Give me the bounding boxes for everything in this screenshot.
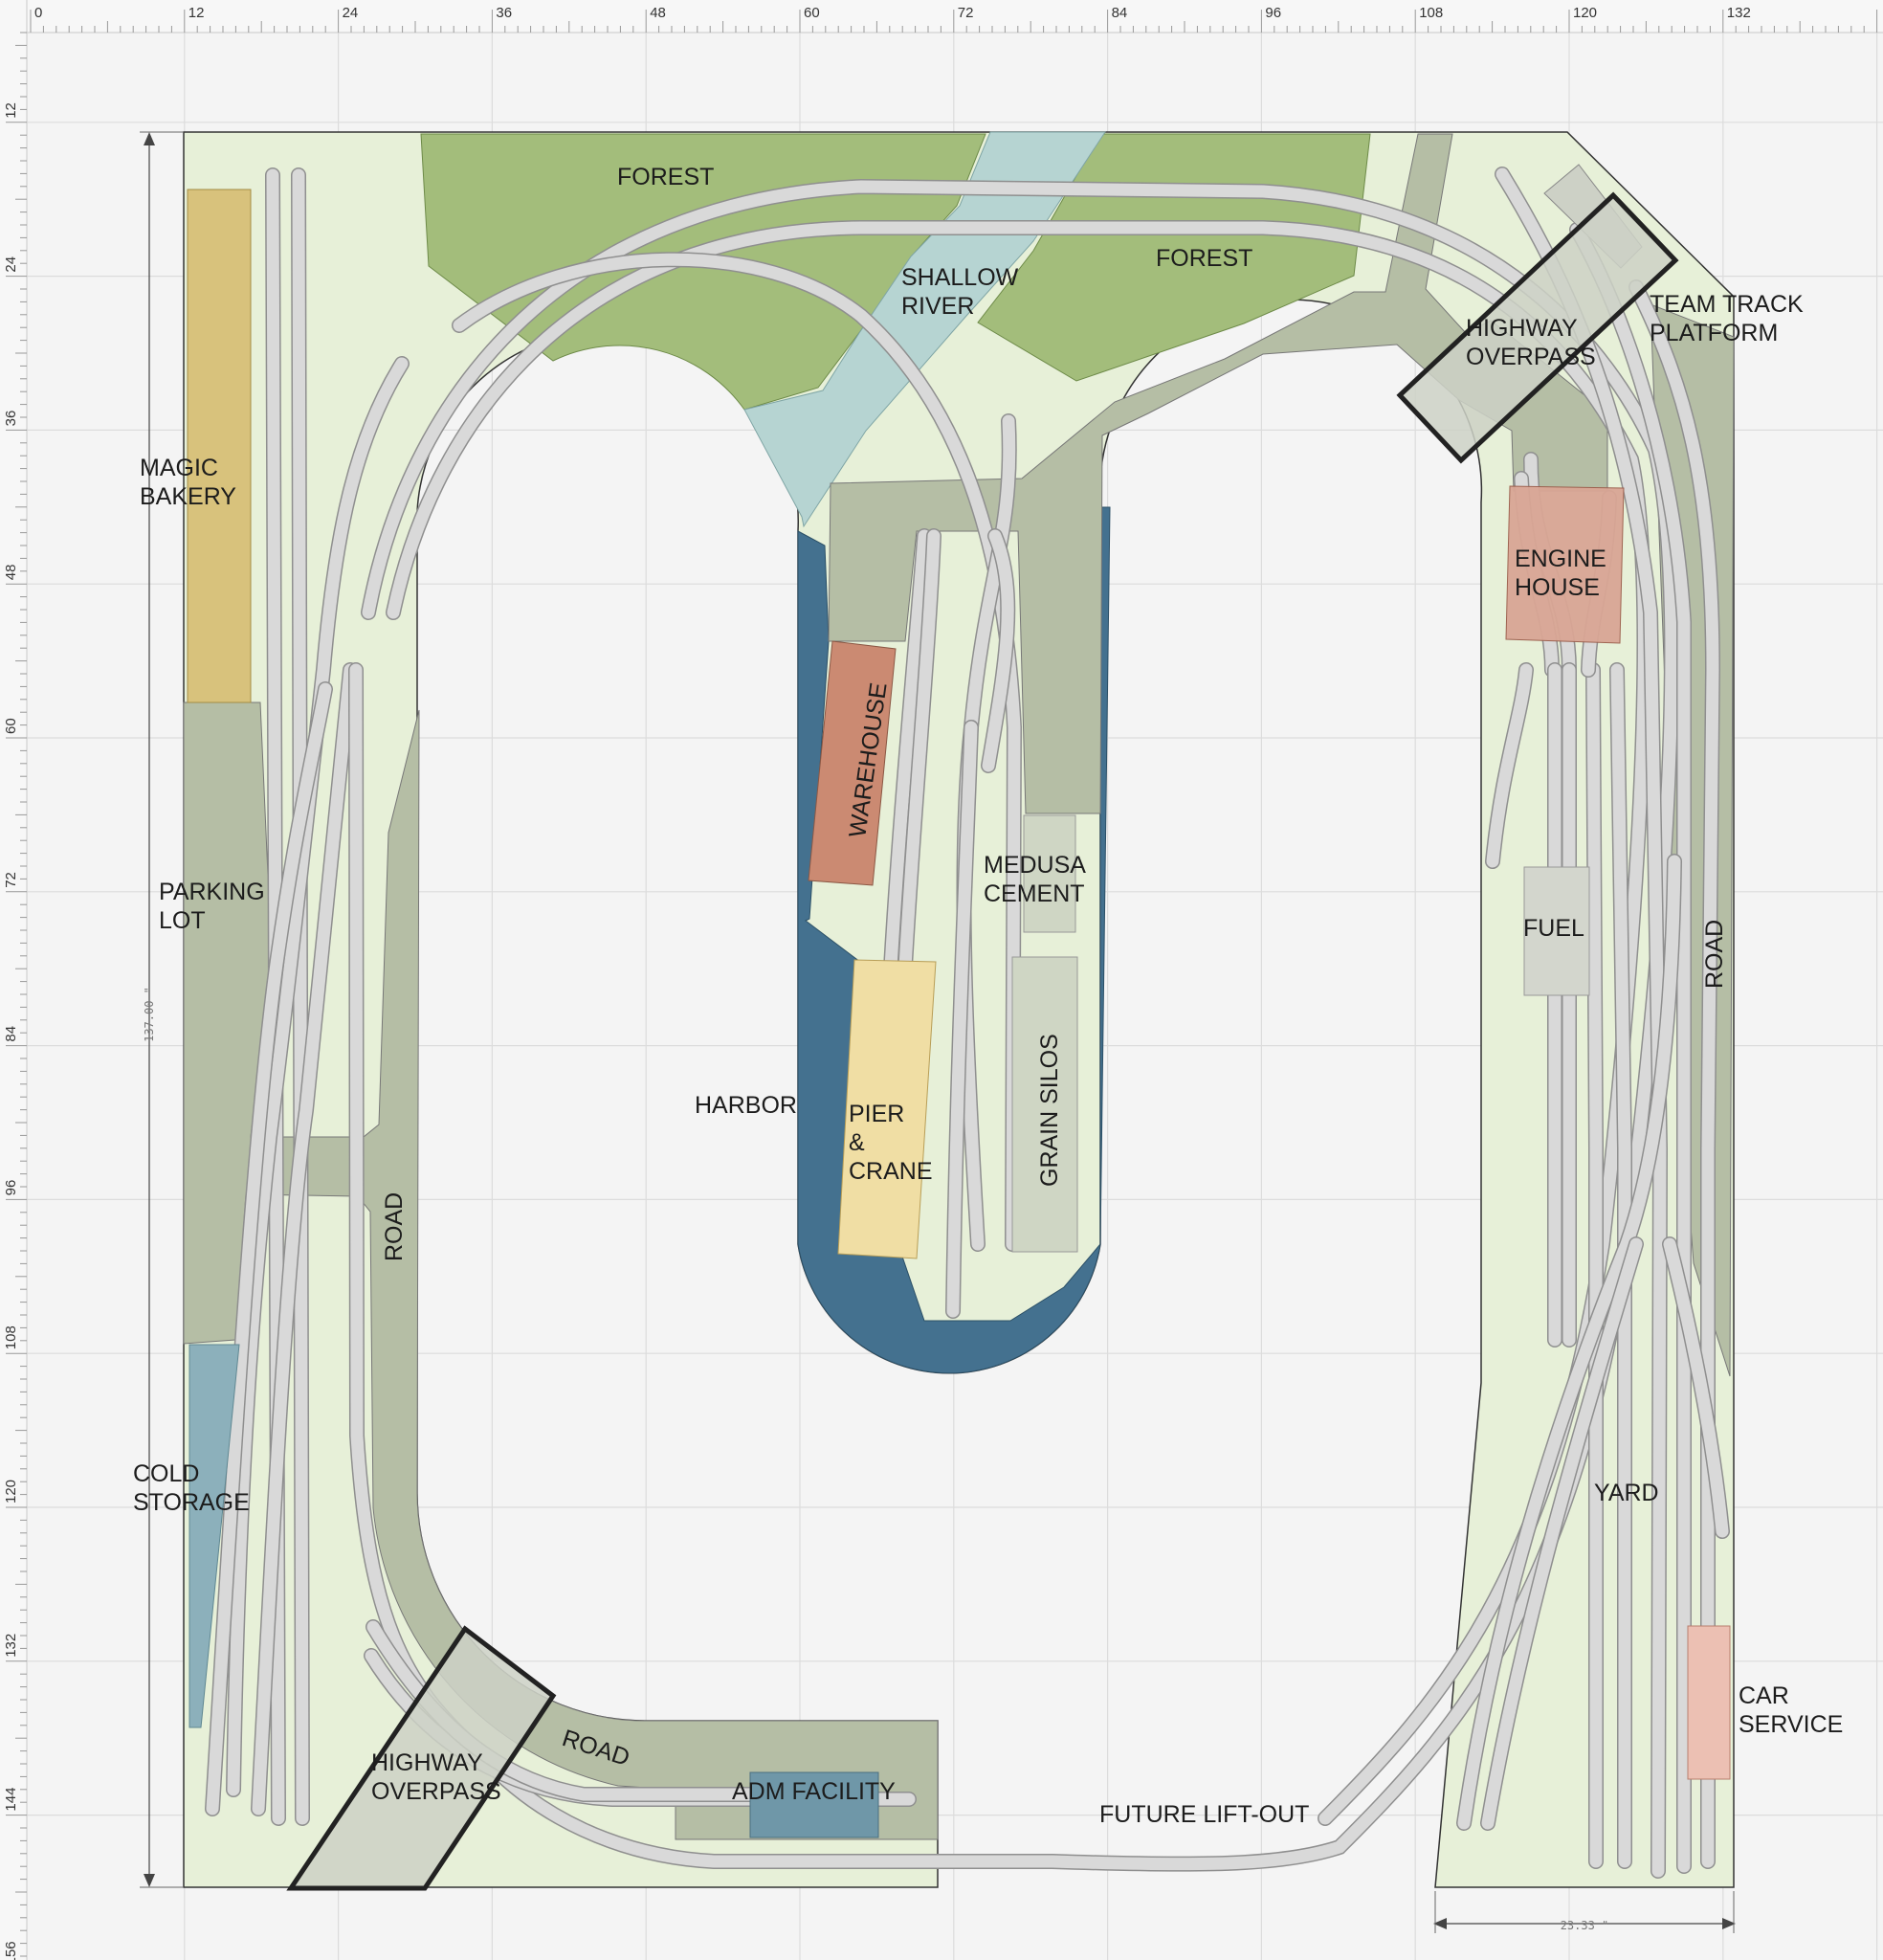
adm-facility-label: ADM FACILITY [732, 1778, 896, 1805]
future-lift-out-label: FUTURE LIFT-OUT [1099, 1801, 1309, 1828]
parking-lot-label-line1: PARKING [159, 879, 265, 905]
left-ruler-number: 12 [3, 102, 19, 119]
car-service-building [1687, 1625, 1731, 1780]
left-ruler-number: 96 [3, 1180, 19, 1196]
engine-house-label-line1: ENGINE [1515, 546, 1606, 572]
left-ruler-number: 72 [3, 872, 19, 888]
magic-bakery-building [187, 189, 252, 703]
medusa-cement-label-line2: CEMENT [984, 880, 1085, 907]
height-dimension-text: 137.00 " [143, 987, 156, 1042]
overpass-top-label-line2: OVERPASS [1466, 344, 1596, 370]
top-ruler-number: 36 [496, 5, 512, 21]
track [292, 168, 309, 1825]
medusa-cement-label-line1: MEDUSA [984, 852, 1086, 879]
top-ruler: 0 12 24 36 48 60 72 84 96 108 120 132 [0, 0, 1883, 33]
overpass-bottom-label-line2: OVERPASS [371, 1778, 501, 1805]
left-ruler-number: 36 [3, 411, 19, 427]
harbor-label: HARBOR [695, 1092, 797, 1119]
top-ruler-number: 120 [1573, 5, 1597, 21]
layout-canvas: 0 12 24 36 48 60 72 84 96 108 120 132 12 24 36 48 60 72 8… [0, 0, 1883, 1960]
pier-label-line3: CRANE [849, 1158, 933, 1185]
cold-storage-label-line2: STORAGE [133, 1489, 250, 1516]
car-service-label-line2: SERVICE [1739, 1711, 1843, 1738]
left-ruler-number: 60 [3, 718, 19, 734]
left-ruler-number: 84 [3, 1026, 19, 1042]
top-ruler-number: 72 [958, 5, 974, 21]
forest-right-label: FOREST [1156, 245, 1252, 272]
left-ruler-number: 120 [3, 1480, 19, 1503]
overpass-bottom-label-line1: HIGHWAY [371, 1749, 483, 1776]
fuel-label: FUEL [1523, 915, 1584, 942]
magic-bakery-label-line1: MAGIC [140, 455, 218, 481]
top-ruler-number: 96 [1265, 5, 1281, 21]
river-label-line1: SHALLOW [901, 264, 1019, 291]
track [1586, 663, 1603, 1868]
team-track-label-line2: PLATFORM [1650, 320, 1778, 346]
left-ruler-number: 132 [3, 1634, 19, 1658]
top-ruler-number: 108 [1419, 5, 1443, 21]
yard-label: YARD [1594, 1480, 1659, 1506]
top-ruler-number: 0 [34, 5, 42, 21]
pier-label-line1: PIER [849, 1101, 904, 1127]
top-ruler-number: 48 [650, 5, 666, 21]
left-ruler-number: 24 [3, 256, 19, 273]
pier-label-line2: & [849, 1129, 865, 1156]
engine-house-label-line2: HOUSE [1515, 574, 1600, 601]
top-ruler-number: 12 [188, 5, 205, 21]
magic-bakery-label-line2: BAKERY [140, 483, 236, 510]
parking-lot-label-line2: LOT [159, 907, 206, 934]
grain-silos-label: GRAIN SILOS [1036, 1034, 1063, 1187]
road-right-label: ROAD [1701, 920, 1728, 989]
cold-storage-label-line1: COLD [133, 1460, 199, 1487]
overpass-top-label-line1: HIGHWAY [1466, 315, 1578, 342]
top-ruler-number: 24 [343, 5, 359, 21]
top-ruler-number: 84 [1112, 5, 1128, 21]
left-ruler: 12 24 36 48 60 72 84 96 108 120 132 144 156 [0, 0, 28, 1960]
car-service-label-line1: CAR [1739, 1682, 1789, 1709]
top-ruler-number: 60 [804, 5, 820, 21]
forest-left-label: FOREST [617, 164, 714, 190]
road-left-label: ROAD [381, 1192, 408, 1261]
left-ruler-number: 156 [3, 1941, 19, 1960]
river-label-line2: RIVER [901, 293, 974, 320]
left-ruler-number: 48 [3, 565, 19, 581]
team-track-label-line1: TEAM TRACK [1650, 291, 1804, 318]
top-ruler-number: 132 [1727, 5, 1751, 21]
width-dimension-text: 23.33 " [1561, 1919, 1609, 1932]
left-ruler-number: 108 [3, 1325, 19, 1349]
left-ruler-number: 144 [3, 1788, 19, 1812]
